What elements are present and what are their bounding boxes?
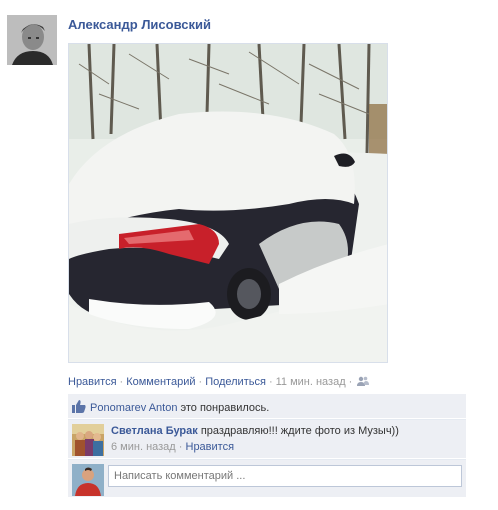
post-actions: Нравится · Комментарий · Поделиться · 11 мин. … xyxy=(68,376,370,390)
separator-dot: · xyxy=(198,376,203,388)
commenter-name[interactable]: Светлана Бурак xyxy=(111,425,198,437)
author-avatar[interactable] xyxy=(7,15,57,65)
share-link[interactable]: Поделиться xyxy=(205,376,266,388)
add-comment-row xyxy=(68,459,466,497)
thumbs-up-icon xyxy=(72,400,86,416)
separator-dot: · xyxy=(268,376,273,388)
comment-text: праздравляю!!! ждите фото из Музыч)) xyxy=(200,425,399,437)
commenter-avatar[interactable] xyxy=(72,424,104,456)
comment-body: Светлана Бурак праздравляю!!! ждите фото… xyxy=(111,425,461,453)
comment-link[interactable]: Комментарий xyxy=(126,376,195,388)
friends-icon[interactable] xyxy=(357,376,370,390)
like-link[interactable]: Нравится xyxy=(68,376,117,388)
post-photo[interactable] xyxy=(68,43,388,363)
separator-dot: · xyxy=(119,376,124,388)
comment-item: Светлана Бурак праздравляю!!! ждите фото… xyxy=(68,419,466,458)
current-user-avatar xyxy=(72,464,104,496)
post-timestamp[interactable]: 11 мин. назад xyxy=(276,376,346,388)
likes-text: это понравилось. xyxy=(180,402,270,414)
comment-input[interactable] xyxy=(108,465,462,487)
likes-row: Ponomarev Anton это понравилось. xyxy=(68,394,466,418)
separator-dot: · xyxy=(175,441,186,453)
separator-dot: · xyxy=(348,376,353,388)
comment-meta: 6 мин. назад · Нравится xyxy=(111,441,461,453)
liker-name[interactable]: Ponomarev Anton xyxy=(90,402,177,414)
comment-like-link[interactable]: Нравится xyxy=(186,441,235,453)
comment-timestamp[interactable]: 6 мин. назад xyxy=(111,441,176,453)
post-author-name[interactable]: Александр Лисовский xyxy=(68,17,211,32)
